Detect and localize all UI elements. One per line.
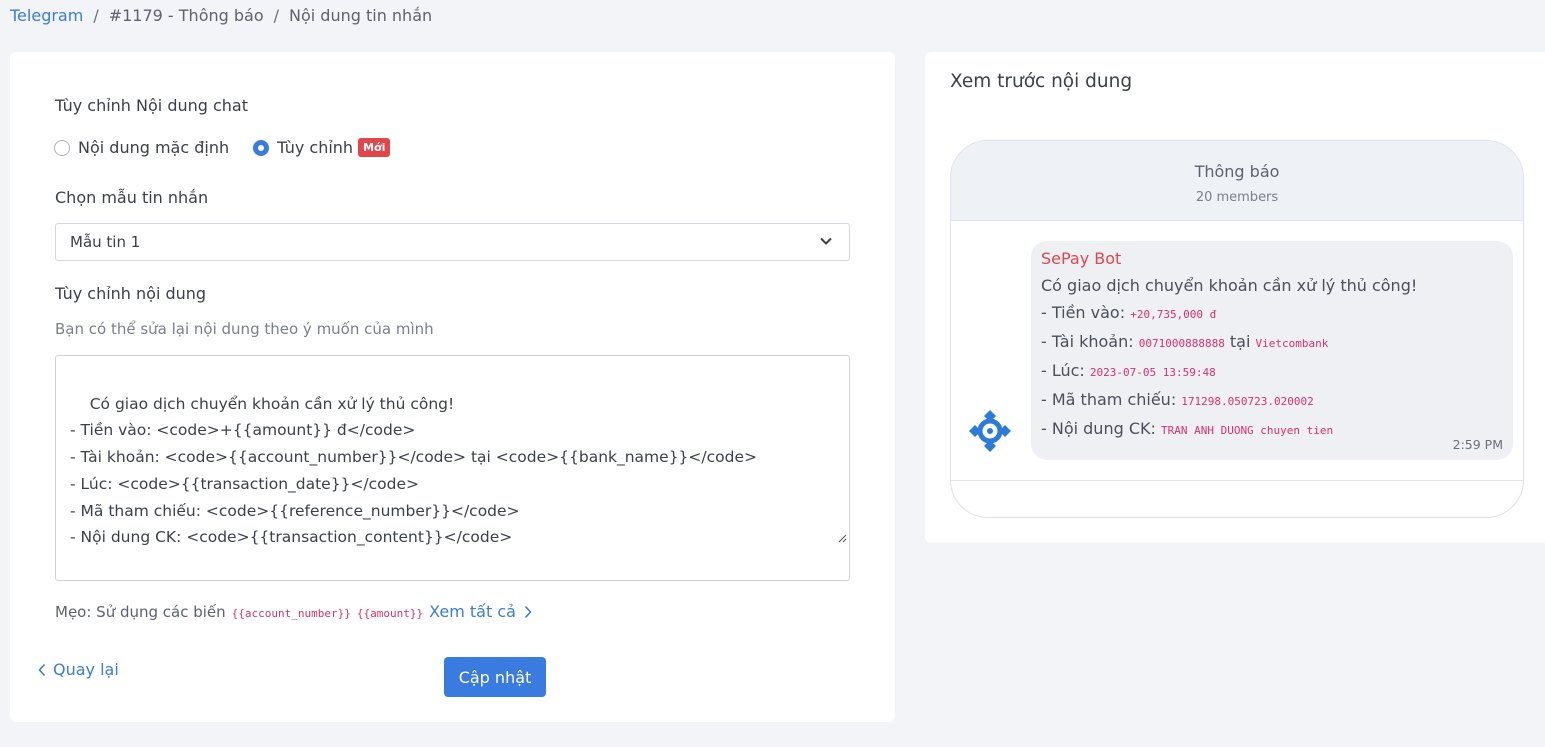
- template-label: Chọn mẫu tin nhắn: [55, 188, 209, 207]
- chevron-down-icon: [819, 234, 833, 252]
- reference-label: - Mã tham chiếu:: [1041, 390, 1182, 409]
- radio-custom-content[interactable]: Tùy chỉnh Mới: [253, 138, 391, 157]
- template-select[interactable]: Mẫu tin 1: [55, 223, 850, 261]
- message-sender: SePay Bot: [1041, 249, 1122, 268]
- account-value: 0071000888888: [1138, 337, 1225, 350]
- radio-custom-label: Tùy chỉnh: [277, 138, 354, 157]
- breadcrumb-separator: /: [273, 6, 279, 25]
- custom-chat-title: Tùy chỉnh Nội dung chat: [55, 96, 249, 115]
- variables-tip: Mẹo: Sử dụng các biến {{account_number}}…: [55, 602, 532, 621]
- breadcrumb: Telegram / #1179 - Thông báo / Nội dung …: [10, 6, 432, 25]
- message-timestamp: 2:59 PM: [1452, 437, 1503, 452]
- see-all-variables-link[interactable]: Xem tất cả: [429, 602, 532, 621]
- update-button[interactable]: Cập nhật: [444, 657, 546, 697]
- tip-variable-amount: {{amount}}: [356, 607, 424, 620]
- at-label: tại: [1224, 332, 1256, 351]
- back-label: Quay lại: [53, 660, 119, 679]
- radio-default-content[interactable]: Nội dung mặc định: [54, 138, 229, 157]
- breadcrumb-separator: /: [93, 6, 99, 25]
- chat-members-count: 20 members: [1195, 190, 1279, 205]
- radio-custom-circle[interactable]: [253, 139, 270, 156]
- chat-name: Thông báo: [1194, 162, 1280, 181]
- content-textarea[interactable]: Có giao dịch chuyển khoản cần xử lý thủ …: [55, 355, 850, 581]
- time-value: 2023-07-05 13:59:48: [1089, 366, 1216, 379]
- preview-title: Xem trước nội dung: [950, 71, 1133, 92]
- tip-label: Mẹo: Sử dụng các biến: [55, 603, 226, 621]
- content-hint: Bạn có thể sửa lại nội dung theo ý muốn …: [55, 320, 434, 338]
- sepay-logo-icon: [965, 406, 1015, 460]
- transfer-content-value: TRAN ANH DUONG chuyen tien: [1160, 424, 1334, 437]
- chevron-left-icon: [38, 663, 46, 677]
- see-all-label: Xem tất cả: [429, 602, 516, 621]
- content-label: Tùy chỉnh nội dung: [55, 284, 207, 303]
- breadcrumb-telegram-link[interactable]: Telegram: [10, 6, 83, 25]
- message-line-intro: Có giao dịch chuyển khoản cần xử lý thủ …: [1041, 276, 1418, 295]
- back-link[interactable]: Quay lại: [38, 660, 119, 679]
- chat-preview-frame: Thông báo 20 members SePay Bot Có giao d…: [950, 140, 1524, 518]
- message-line-content: - Nội dung CK: TRAN ANH DUONG chuyen tie…: [1041, 419, 1503, 440]
- message-line-time: - Lúc: 2023-07-05 13:59:48: [1041, 361, 1503, 382]
- message-line-account: - Tài khoản: 0071000888888 tại Vietcomba…: [1041, 332, 1503, 353]
- chevron-right-icon: [524, 605, 532, 619]
- bank-value: Vietcombank: [1255, 337, 1329, 350]
- transfer-content-label: - Nội dung CK:: [1041, 419, 1161, 438]
- time-label: - Lúc:: [1041, 361, 1090, 380]
- message-bubble: SePay Bot Có giao dịch chuyển khoản cần …: [1031, 241, 1513, 460]
- preview-card: Xem trước nội dung Thông báo 20 members …: [925, 52, 1545, 543]
- reference-value: 171298.050723.020002: [1181, 395, 1314, 408]
- template-selected-value: Mẫu tin 1: [70, 233, 141, 251]
- tip-variable-account-number: {{account_number}}: [231, 607, 351, 620]
- account-label: - Tài khoản:: [1041, 332, 1139, 351]
- breadcrumb-item-notification[interactable]: #1179 - Thông báo: [109, 6, 264, 25]
- radio-default-label: Nội dung mặc định: [78, 138, 230, 157]
- message-line-amount: - Tiền vào: +20,735,000 đ: [1041, 303, 1503, 324]
- content-textarea-text: Có giao dịch chuyển khoản cần xử lý thủ …: [70, 394, 757, 547]
- message-line-reference: - Mã tham chiếu: 171298.050723.020002: [1041, 390, 1503, 411]
- chat-header: Thông báo 20 members: [951, 141, 1523, 221]
- breadcrumb-current: Nội dung tin nhắn: [289, 6, 433, 25]
- chat-footer: [951, 480, 1523, 481]
- amount-label: - Tiền vào:: [1041, 303, 1131, 322]
- amount-value: +20,735,000 đ: [1130, 308, 1217, 321]
- new-badge: Mới: [358, 138, 391, 157]
- message-settings-card: Tùy chỉnh Nội dung chat Nội dung mặc địn…: [10, 52, 895, 722]
- content-mode-radio-group: Nội dung mặc định Tùy chỉnh Mới: [54, 138, 391, 157]
- resize-handle-icon[interactable]: [807, 498, 847, 578]
- radio-default-circle[interactable]: [54, 139, 70, 156]
